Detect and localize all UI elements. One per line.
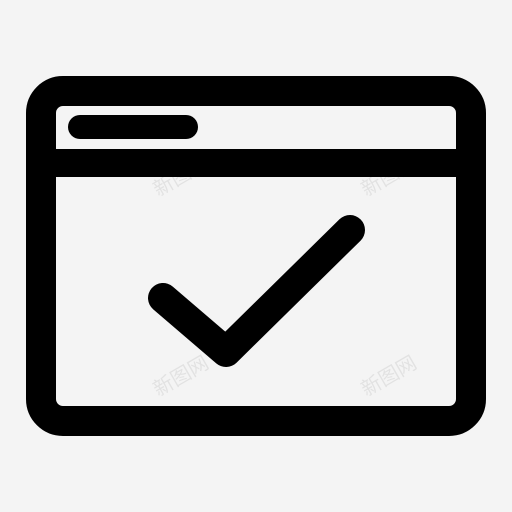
window-frame [26, 76, 486, 436]
browser-window-check-icon [26, 76, 486, 436]
icon-canvas: 新图网 新图网 新图网 新图网 [0, 0, 512, 512]
checkmark-icon [148, 215, 365, 367]
